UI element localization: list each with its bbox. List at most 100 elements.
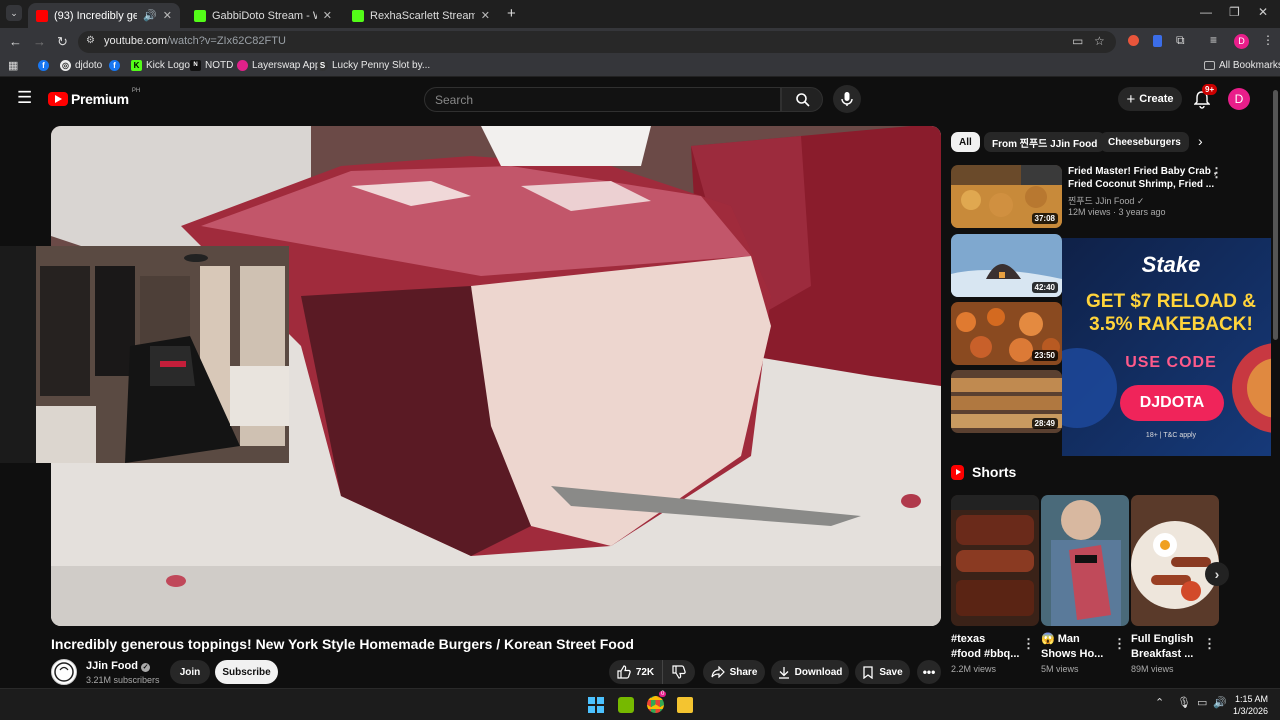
channel-name-text: JJin Food: [86, 660, 138, 672]
page-scrollbar-thumb[interactable]: [1273, 90, 1278, 340]
channel-name[interactable]: JJin Food ✓: [86, 660, 151, 672]
channel-avatar[interactable]: [51, 659, 77, 685]
back-icon[interactable]: ←: [9, 34, 22, 49]
tab-search-icon[interactable]: ⌄: [6, 5, 22, 21]
tab-close-icon[interactable]: ✕: [323, 9, 332, 22]
subscribe-button[interactable]: Subscribe: [215, 660, 278, 684]
shorts-header: Shorts: [951, 464, 1016, 480]
hamburger-menu-icon[interactable]: ☰: [17, 88, 32, 108]
related-thumbnail[interactable]: 23:50: [951, 302, 1062, 365]
short-thumbnail[interactable]: [951, 495, 1039, 626]
verified-icon: ✓: [1136, 196, 1145, 206]
bookmark-star-icon[interactable]: ☆: [1094, 34, 1105, 48]
microphone-tray-icon[interactable]: 🎙: [1177, 696, 1191, 709]
more-horizontal-icon: •••: [922, 665, 936, 679]
chip-all[interactable]: All: [951, 132, 980, 152]
apps-grid-icon[interactable]: ▦: [8, 59, 18, 72]
youtube-logo[interactable]: Premium PH: [48, 88, 140, 107]
bookmark-label: All Bookmarks: [1219, 60, 1280, 71]
new-tab-icon[interactable]: +: [507, 5, 516, 22]
bookmark-layerswap[interactable]: Layerswap App: [237, 60, 320, 71]
short-more-icon[interactable]: ⋮: [1113, 636, 1126, 652]
browser-menu-icon[interactable]: ⋮: [1262, 33, 1274, 47]
url-text[interactable]: youtube.com/watch?v=ZIx62C82FTU: [104, 35, 286, 47]
short-more-icon[interactable]: ⋮: [1203, 636, 1216, 652]
site-info-icon[interactable]: ⚙: [86, 35, 95, 46]
related-thumbnail[interactable]: 28:49: [951, 370, 1062, 433]
tab-gabbidoto[interactable]: GabbiDoto Stream - Watch Live ✕: [186, 3, 340, 28]
ad-use-code-label: USE CODE: [1125, 354, 1217, 371]
stake-ad-banner[interactable]: Stake GET $7 RELOAD & 3.5% RAKEBACK! USE…: [1062, 238, 1280, 456]
search-button[interactable]: [781, 87, 823, 112]
app-icon[interactable]: [677, 697, 693, 713]
chrome-icon[interactable]: 0: [647, 691, 667, 713]
tray-chevron-icon[interactable]: ⌃: [1155, 696, 1164, 709]
chip-from-channel[interactable]: From 찐푸드 JJin Food: [984, 132, 1106, 152]
nvidia-icon[interactable]: [618, 697, 634, 713]
short-title-line: #texas: [951, 633, 986, 645]
omnibox[interactable]: ⚙ youtube.com/watch?v=ZIx62C82FTU ▭ ☆: [78, 31, 1116, 53]
short-thumbnail[interactable]: [1041, 495, 1129, 626]
clock[interactable]: 1:15 AM 1/3/2026: [1230, 693, 1268, 717]
ad-promo-code-button[interactable]: DJDOTA: [1120, 385, 1224, 421]
bookmark-facebook[interactable]: f: [38, 60, 49, 71]
maximize-icon[interactable]: ❐: [1229, 5, 1240, 19]
tab-youtube[interactable]: (93) Incredibly generous to 🔊 ✕: [28, 3, 180, 28]
minimize-icon[interactable]: —: [1200, 5, 1212, 19]
bookmark-notd[interactable]: N NOTD: [190, 60, 233, 71]
short-title[interactable]: #texas #food #bbq...: [951, 632, 1021, 662]
shield-extension-icon[interactable]: [1153, 35, 1162, 47]
related-channel[interactable]: 찐푸드 JJin Food ✓: [1068, 194, 1144, 207]
download-button[interactable]: Download: [771, 660, 849, 684]
join-button[interactable]: Join: [170, 660, 210, 684]
reading-list-icon[interactable]: ≡: [1210, 33, 1217, 47]
video-duration: 23:50: [1031, 350, 1058, 361]
shorts-next-icon[interactable]: ›: [1205, 562, 1229, 586]
short-thumbnail[interactable]: [1131, 495, 1219, 626]
dislike-button[interactable]: [662, 660, 695, 684]
save-label: Save: [879, 666, 903, 678]
notifications-button[interactable]: 9+: [1192, 84, 1218, 111]
tab-close-icon[interactable]: ✕: [163, 9, 172, 22]
short-title-line: Shows Ho...: [1041, 648, 1104, 660]
account-avatar[interactable]: D: [1228, 88, 1250, 110]
close-window-icon[interactable]: ✕: [1258, 5, 1268, 19]
speaker-icon[interactable]: 🔊: [143, 9, 157, 22]
like-button[interactable]: 72K: [609, 660, 662, 684]
bookmark-lucky-penny[interactable]: S Lucky Penny Slot by...: [317, 60, 430, 71]
short-title[interactable]: 😱 Man Shows Ho...: [1041, 632, 1111, 662]
chips-next-icon[interactable]: ›: [1198, 133, 1203, 149]
windows-start-icon[interactable]: [588, 697, 604, 713]
share-button[interactable]: Share: [703, 660, 765, 684]
extensions-puzzle-icon[interactable]: ⧉: [1176, 33, 1185, 48]
shorts-logo-icon: [951, 464, 964, 480]
video-duration: 42:40: [1031, 282, 1058, 293]
extension-icon[interactable]: [1128, 35, 1139, 46]
create-button[interactable]: + Create: [1118, 87, 1182, 111]
related-title[interactable]: Fried Master! Fried Baby Crab , Fried Co…: [1068, 165, 1216, 191]
volume-icon[interactable]: 🔊: [1213, 696, 1227, 709]
bookmark-djdoto[interactable]: ◎ djdoto: [60, 60, 102, 71]
all-bookmarks[interactable]: All Bookmarks: [1204, 60, 1280, 71]
search-input[interactable]: Search: [424, 87, 781, 112]
short-title[interactable]: Full English Breakfast ...: [1131, 632, 1201, 662]
thumbs-down-icon: [672, 665, 686, 679]
more-actions-button[interactable]: •••: [917, 660, 941, 684]
chip-cheeseburgers[interactable]: Cheeseburgers: [1100, 132, 1189, 152]
bookmark-kick-logo[interactable]: K Kick Logo: [131, 60, 190, 71]
profile-avatar[interactable]: D: [1234, 34, 1249, 49]
tab-close-icon[interactable]: ✕: [481, 9, 490, 22]
forward-icon[interactable]: →: [33, 34, 46, 49]
save-button[interactable]: Save: [855, 660, 910, 684]
cast-icon[interactable]: ▭: [1072, 34, 1083, 48]
reload-icon[interactable]: ↻: [57, 34, 68, 50]
plus-icon: +: [1126, 90, 1136, 108]
related-thumbnail[interactable]: 42:40: [951, 234, 1062, 297]
network-icon[interactable]: ▭: [1197, 696, 1207, 709]
related-more-icon[interactable]: ⋮: [1210, 165, 1223, 181]
tab-rexhascarlett[interactable]: RexhaScarlett Stream - Watch L ✕: [344, 3, 498, 28]
short-more-icon[interactable]: ⋮: [1022, 636, 1035, 652]
voice-search-button[interactable]: [833, 85, 861, 113]
bookmark-facebook-2[interactable]: f: [109, 60, 120, 71]
related-thumbnail[interactable]: 37:08: [951, 165, 1062, 228]
